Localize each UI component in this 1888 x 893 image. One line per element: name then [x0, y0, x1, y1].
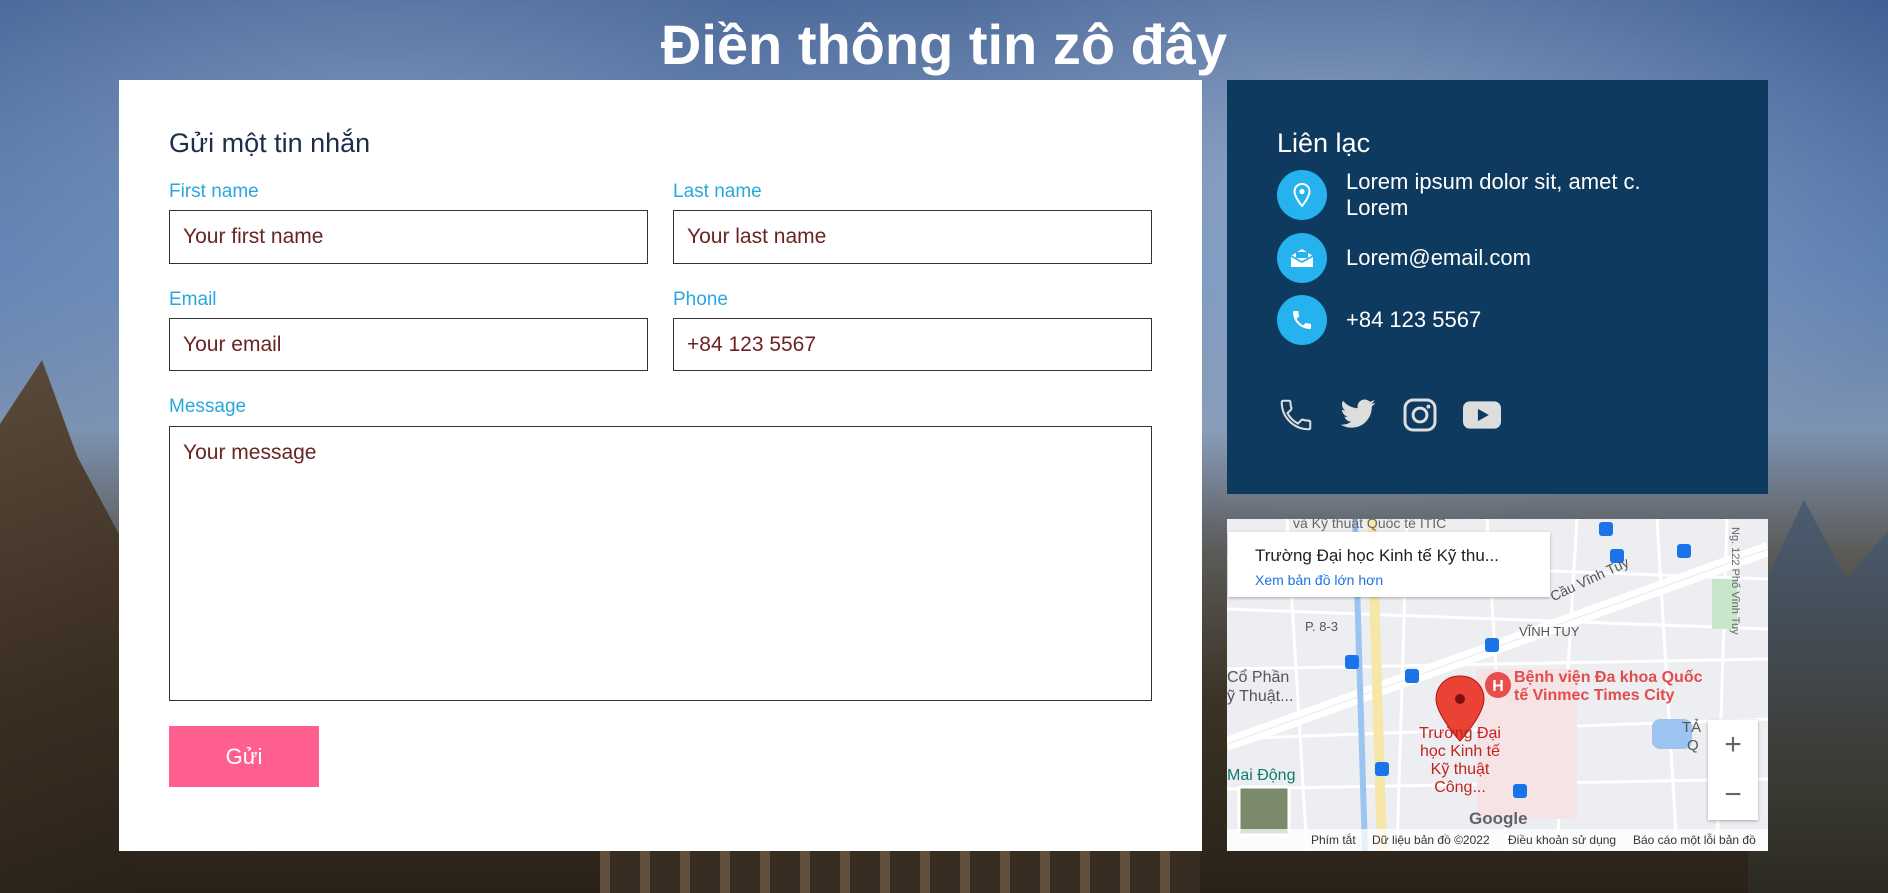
contact-email[interactable]: Lorem@email.com [1346, 245, 1666, 271]
contact-address: Lorem ipsum dolor sit, amet c. Lorem [1346, 169, 1641, 220]
contact-phone-row: +84 123 5567 [1277, 295, 1666, 345]
envelope-icon [1277, 233, 1327, 283]
map-label-top: và Kỹ thuật Quốc tế ITIC [1293, 519, 1447, 531]
contact-address-row: Lorem ipsum dolor sit, amet c. Lorem [1277, 169, 1666, 221]
page-title: Điền thông tin zô đây [660, 13, 1228, 76]
embedded-map[interactable]: H Trường Đại học Kinh tế Kỹ thu... Xem b… [1227, 519, 1768, 851]
map-shortcuts-link[interactable]: Phím tắt [1311, 833, 1356, 847]
zoom-in-button[interactable]: + [1708, 720, 1758, 770]
google-logo: Google [1469, 809, 1528, 828]
map-label-mai-dong: Mai Động [1227, 767, 1296, 784]
map-label-p83: P. 8-3 [1305, 619, 1339, 634]
map-label-ky-thuat: ỹ Thuật... [1227, 688, 1294, 705]
zoom-out-button[interactable]: − [1708, 770, 1758, 820]
message-label: Message [169, 396, 247, 417]
phone-input[interactable] [673, 318, 1152, 371]
map-zoom-controls: + − [1708, 720, 1758, 820]
map-footer: Phím tắt Dữ liệu bản đồ ©2022 Điều khoản… [1227, 829, 1768, 851]
first-name-label: First name [169, 181, 259, 202]
social-links [1277, 396, 1501, 434]
message-textarea[interactable] [169, 426, 1152, 701]
map-label-hospital: Bệnh viện Đa khoa Quốc tế Vinmec Times C… [1514, 669, 1703, 704]
background-mountain-right [1748, 500, 1888, 893]
phone-icon[interactable] [1277, 396, 1315, 434]
phone-icon [1277, 295, 1327, 345]
map-report-link[interactable]: Báo cáo một lỗi bản đồ [1633, 833, 1756, 847]
map-label-road-122: Ng. 122 Phố Vĩnh Tuy [1729, 527, 1741, 635]
first-name-input[interactable] [169, 210, 648, 264]
contact-phone[interactable]: +84 123 5567 [1346, 307, 1666, 333]
map-data-text: Dữ liệu bản đồ ©2022 [1372, 833, 1490, 847]
last-name-label: Last name [673, 181, 762, 202]
instagram-icon[interactable] [1401, 396, 1439, 434]
map-place-card: Trường Đại học Kinh tế Kỹ thu... Xem bản… [1228, 532, 1550, 597]
email-input[interactable] [169, 318, 648, 371]
map-larger-link[interactable]: Xem bản đồ lớn hơn [1255, 572, 1383, 588]
contact-form-card: Gửi một tin nhắn First name Last name Em… [119, 80, 1202, 851]
background-fence [600, 850, 1200, 893]
last-name-input[interactable] [673, 210, 1152, 264]
contact-heading: Liên lạc [1277, 128, 1371, 158]
map-label-q: Q [1687, 737, 1699, 754]
map-label-co-phan: Cổ Phần [1227, 669, 1290, 686]
map-terms-link[interactable]: Điều khoản sử dụng [1508, 833, 1616, 847]
map-label-pin: Trường Đại học Kinh tế Kỹ thuật Công... [1419, 725, 1501, 796]
contact-info-card: Liên lạc Lorem ipsum dolor sit, amet c. … [1227, 80, 1768, 494]
form-heading: Gửi một tin nhắn [169, 128, 371, 158]
youtube-icon[interactable] [1463, 396, 1501, 434]
location-pin-icon [1277, 170, 1327, 220]
map-label-ta: TẢ [1682, 719, 1702, 736]
twitter-icon[interactable] [1339, 396, 1377, 434]
phone-label: Phone [673, 289, 728, 310]
contact-email-row: Lorem@email.com [1277, 233, 1666, 283]
send-button[interactable]: Gửi [169, 726, 319, 787]
map-place-title: Trường Đại học Kinh tế Kỹ thu... [1255, 546, 1499, 565]
svg-text:H: H [1492, 678, 1504, 695]
email-label: Email [169, 289, 217, 310]
map-label-vinh-tuy: VĨNH TUY [1519, 624, 1580, 639]
